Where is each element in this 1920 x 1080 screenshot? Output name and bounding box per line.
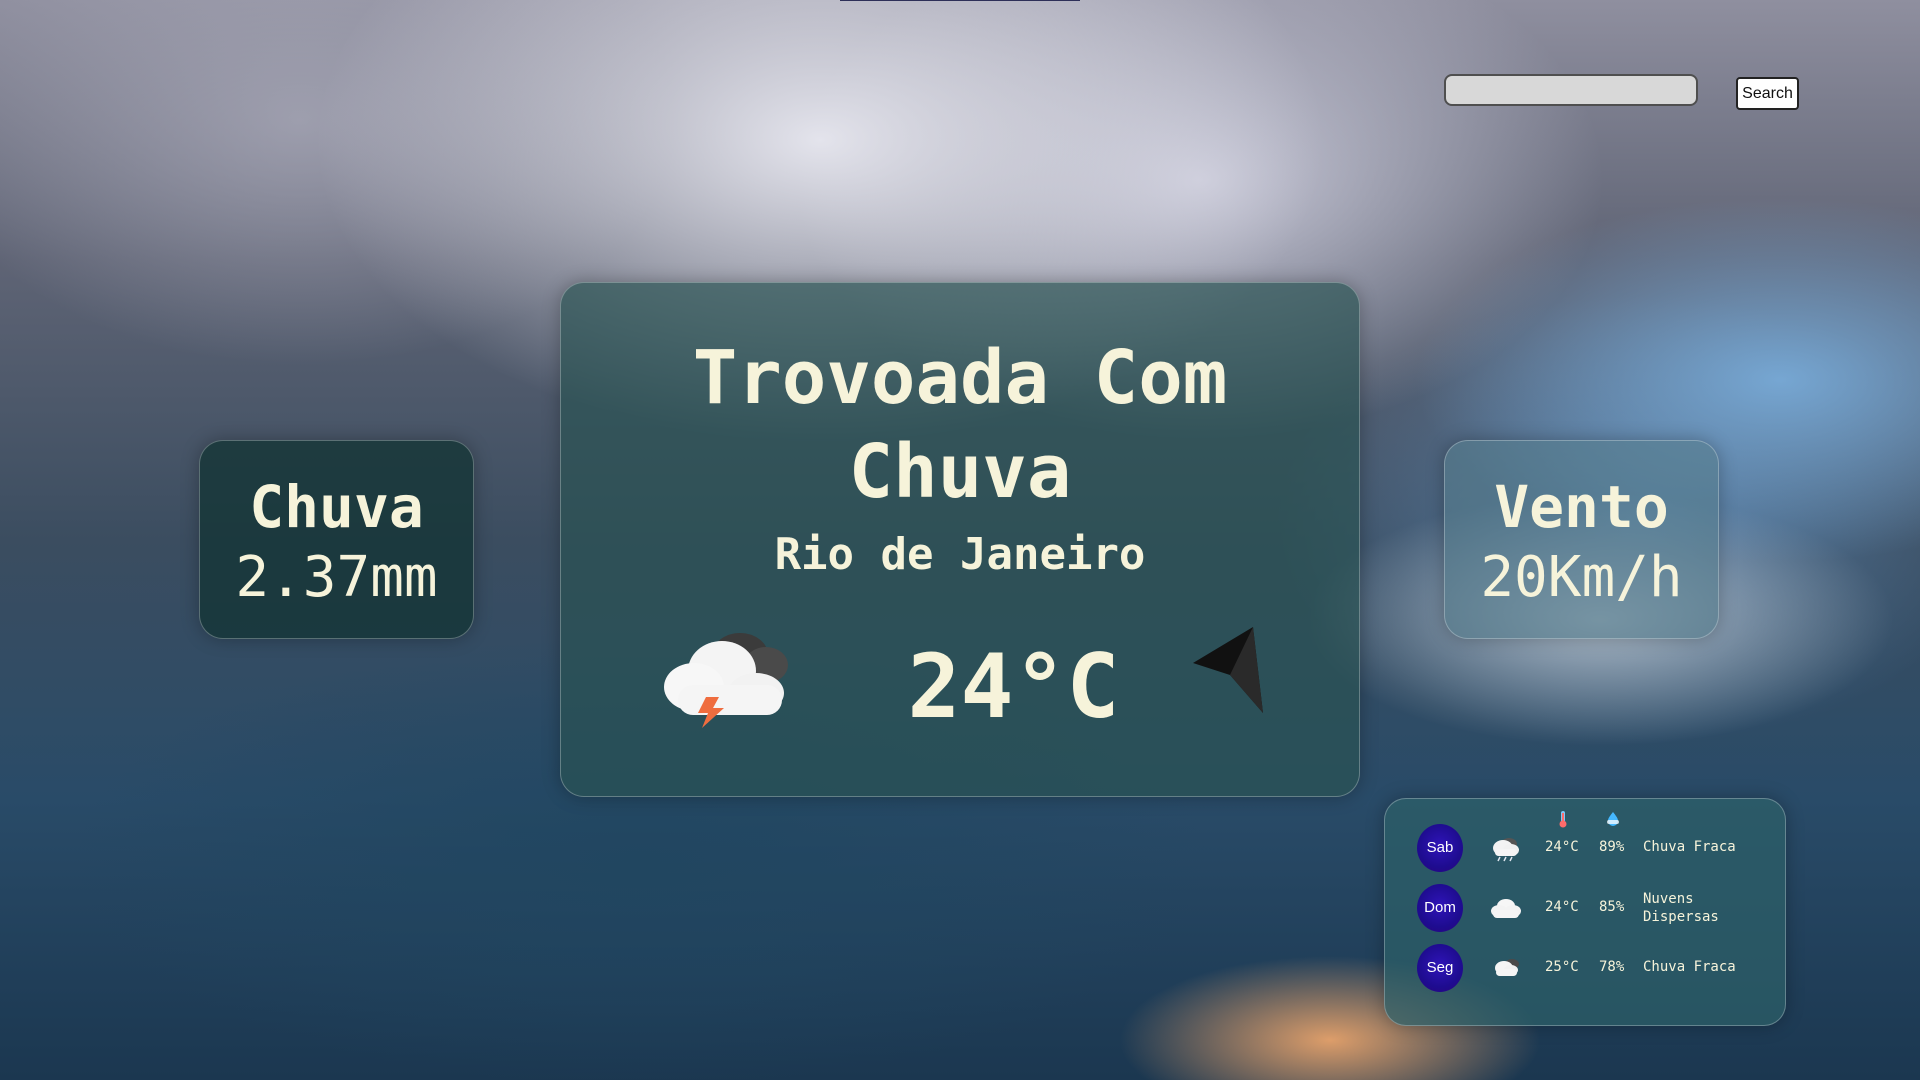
rain-value: 2.37mm: [235, 545, 438, 610]
forecast-description: Chuva Fraca: [1643, 839, 1736, 855]
cloud-icon: [1491, 899, 1521, 918]
search-input[interactable]: [1444, 74, 1698, 106]
partly-cloudy-icon: [1495, 959, 1519, 976]
rain-card: Chuva 2.37mm: [199, 440, 474, 639]
day-badge: Dom: [1417, 884, 1463, 932]
forecast-humidity: 89%: [1599, 839, 1625, 855]
search-button[interactable]: Search: [1736, 77, 1799, 110]
weather-condition-title: Trovoada Com Chuva: [692, 335, 1228, 515]
day-badge: Sab: [1417, 824, 1463, 872]
city-name: Rio de Janeiro: [774, 529, 1146, 580]
forecast-humidity: 85%: [1599, 899, 1625, 915]
day-badge: Seg: [1417, 944, 1463, 992]
forecast-row: Seg 25°C 78% Chuva Fraca: [1385, 944, 1785, 998]
thunderstorm-cloud-icon: [664, 633, 788, 728]
current-temperature: 24°C: [907, 635, 1120, 738]
forecast-description: Chuva Fraca: [1643, 959, 1736, 975]
forecast-row: Sab 24°C 89% Chuva Fraca: [1385, 824, 1785, 878]
forecast-temperature: 24°C: [1545, 839, 1579, 855]
wind-title: Vento: [1494, 473, 1669, 541]
current-weather-card: Trovoada Com Chuva Rio de Janeiro 24°C: [560, 282, 1360, 797]
wind-value: 20Km/h: [1480, 545, 1683, 610]
forecast-card: Sab 24°C 89% Chuva Fraca Dom 24°C 85% Nu…: [1384, 798, 1786, 1026]
forecast-row: Dom 24°C 85% Nuvens Dispersas: [1385, 884, 1785, 938]
forecast-humidity: 78%: [1599, 959, 1625, 975]
rain-title: Chuva: [249, 473, 424, 541]
wind-card: Vento 20Km/h: [1444, 440, 1719, 639]
light-rain-cloud-icon: [1493, 838, 1519, 862]
forecast-temperature: 24°C: [1545, 899, 1579, 915]
wind-direction-arrow-icon: [1193, 627, 1263, 713]
forecast-temperature: 25°C: [1545, 959, 1579, 975]
forecast-description: Nuvens Dispersas: [1643, 891, 1719, 925]
top-divider-line: [840, 0, 1080, 1]
